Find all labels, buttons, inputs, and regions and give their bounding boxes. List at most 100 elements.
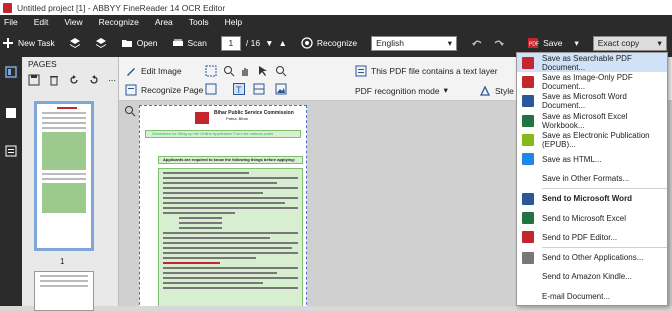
picture-area-icon[interactable] (275, 83, 287, 95)
save-menu-item[interactable]: Save as Image-Only PDF Document... (517, 72, 667, 91)
format-select[interactable]: Exact copy ▾ (592, 35, 667, 51)
save-label: Save (543, 38, 563, 48)
page-up-icon[interactable]: ▲ (278, 38, 286, 48)
pdf-mode-dropdown[interactable]: PDF recognition mode ▾ (355, 85, 448, 96)
text-layer-label: This PDF file contains a text layer (371, 66, 498, 76)
menu-help[interactable]: Help (217, 17, 250, 27)
save-button[interactable]: PDF Save ▾ (527, 37, 579, 49)
redo-icon[interactable] (493, 37, 505, 49)
menu-edit[interactable]: Edit (26, 17, 57, 27)
save-menu-item-label: Send to Microsoft Excel (542, 213, 627, 223)
save-menu-item[interactable]: Send to PDF Editor... (517, 228, 667, 247)
area-select-icon[interactable] (205, 65, 217, 77)
edit-image-icon (127, 68, 135, 76)
save-dropdown-icon[interactable]: ▾ (574, 38, 578, 49)
text-layer-notice: This PDF file contains a text layer (355, 65, 498, 77)
save-menu-item-label: Send to Amazon Kindle... (542, 272, 632, 282)
menu-view[interactable]: View (56, 17, 90, 27)
rotate-left-icon[interactable] (68, 74, 80, 86)
open-button[interactable]: Open (121, 37, 158, 49)
pages-view-icon[interactable] (5, 66, 17, 78)
layers-down-icon (95, 38, 106, 48)
chevron-down-icon: ▾ (657, 37, 662, 48)
save-menu-item-label: Send to Microsoft Word (542, 194, 633, 204)
menu-tools[interactable]: Tools (181, 17, 217, 27)
image-view-icon[interactable] (5, 107, 17, 119)
page-total: / 16 (245, 38, 261, 48)
page-navigator: 1 / 16 ▼ ▲ (220, 35, 287, 51)
pdf-icon (522, 56, 534, 69)
save-menu-item[interactable]: Save as Microsoft Excel Workbook... (517, 111, 667, 130)
save-menu-item-label: E-mail Document... (542, 291, 611, 301)
save-menu-item[interactable]: Send to Other Applications... (517, 248, 667, 267)
recognize-icon (301, 37, 313, 49)
rotate-right-icon[interactable] (88, 74, 100, 86)
save-menu-item-label: Save as Searchable PDF Document... (542, 53, 632, 72)
text-view-icon[interactable] (5, 145, 17, 157)
save-menu-item[interactable]: Save in Other Formats... (517, 169, 667, 188)
menu-file[interactable]: File (0, 17, 26, 27)
new-task-button[interactable]: New Task (2, 37, 55, 49)
scan-button[interactable]: Scan (172, 37, 207, 49)
new-task-label: New Task (18, 38, 55, 48)
pdf-icon: PDF (528, 38, 539, 48)
zoom-icon[interactable] (275, 65, 287, 77)
edit-image-button[interactable]: Edit Image (125, 65, 182, 77)
document-page[interactable]: Bihar Public Service Commission Patna, B… (139, 105, 307, 306)
recognition-area-icon[interactable] (205, 83, 217, 95)
doc-header-line2: Patna, Bihar (226, 116, 249, 121)
delete-icon[interactable] (48, 74, 60, 86)
layers-icon (69, 38, 80, 48)
page-down-icon[interactable]: ▼ (265, 38, 273, 48)
more-icon[interactable]: ⋯ (108, 76, 116, 85)
layers-button[interactable] (69, 37, 81, 49)
magnify-icon[interactable] (223, 65, 235, 77)
page-thumbnail-2[interactable] (34, 271, 94, 311)
save-menu-item-label: Save as Image-Only PDF Document... (542, 72, 633, 91)
doc-section-heading: Applicants are required to know the foll… (158, 156, 303, 164)
pdf-icon (522, 231, 534, 244)
save-menu-item[interactable]: Save as Electronic Publication (EPUB)... (517, 130, 667, 149)
window-title: Untitled project [1] - ABBYY FineReader … (17, 2, 226, 13)
recognize-button[interactable]: Recognize (301, 37, 357, 49)
page-thumbnail-1[interactable] (34, 101, 94, 251)
pages-toolbar: ⋯ (22, 71, 118, 89)
page-number-label: 1 (60, 257, 65, 266)
table-area-icon[interactable] (253, 83, 265, 95)
pages-panel: PAGES ⋯ 1 (22, 57, 119, 311)
undo-icon[interactable] (471, 37, 483, 49)
style-button[interactable]: Style (479, 85, 514, 97)
cursor-icon[interactable] (257, 65, 269, 77)
save-menu-item-label: Save as Microsoft Word Document... (542, 92, 627, 111)
save-menu-item[interactable]: Send to Amazon Kindle... (517, 267, 667, 286)
save-menu-item[interactable]: Send to Microsoft Excel (517, 208, 667, 227)
recognize-page-button[interactable]: Recognize Page (125, 84, 203, 96)
save-menu-item[interactable]: Save as Microsoft Word Document... (517, 92, 667, 111)
save-menu-item[interactable]: Save as HTML... (517, 149, 667, 168)
blank-icon (522, 172, 534, 184)
format-value: Exact copy (597, 38, 640, 48)
hand-icon[interactable] (239, 65, 251, 77)
save-menu-item[interactable]: Save as Searchable PDF Document... (517, 53, 667, 73)
menu-recognize[interactable]: Recognize (91, 17, 147, 27)
new-task-icon (3, 38, 13, 48)
save-menu-item-label: Send to PDF Editor... (542, 232, 618, 242)
style-label: Style (495, 86, 514, 96)
save-menu-item[interactable]: Send to Microsoft Word (517, 189, 667, 208)
blank-icon (522, 271, 534, 283)
text-area-icon[interactable]: T (233, 83, 245, 95)
layers-down-button[interactable] (95, 37, 107, 49)
save-pages-icon[interactable] (28, 74, 40, 86)
menu-area[interactable]: Area (147, 17, 181, 27)
app-icon (3, 2, 12, 13)
html-icon (522, 153, 534, 166)
apps-icon (522, 251, 534, 264)
svg-text:PDF: PDF (529, 42, 539, 48)
menu-bar: File Edit View Recognize Area Tools Help (0, 15, 672, 29)
scan-label: Scan (187, 38, 207, 48)
save-menu-item[interactable]: E-mail Document... (517, 287, 667, 306)
language-select[interactable]: English ▾ (371, 35, 458, 51)
svg-text:T: T (236, 85, 242, 95)
page-number-input[interactable]: 1 (220, 35, 241, 51)
doc-header-link: Guidelines for filling up the Online App… (145, 130, 301, 138)
